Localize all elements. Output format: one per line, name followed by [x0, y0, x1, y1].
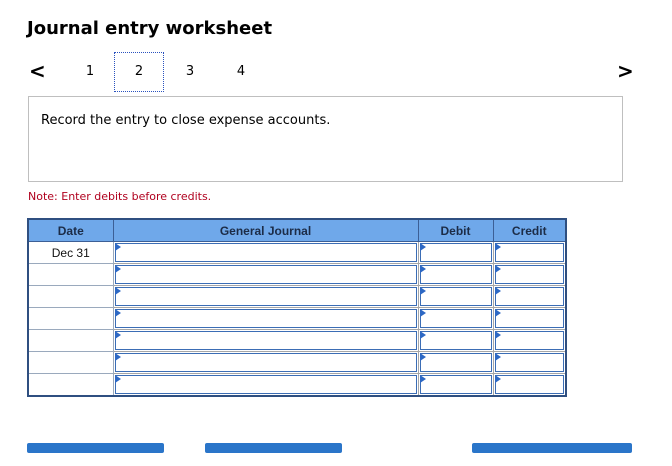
dropdown-triangle-icon — [419, 243, 426, 251]
page-1-link[interactable]: 1 — [80, 64, 100, 79]
dropdown-triangle-icon — [419, 353, 426, 361]
credit-input[interactable] — [494, 287, 564, 306]
debit-input[interactable] — [419, 309, 492, 328]
credit-cell — [492, 373, 567, 397]
dropdown-triangle-icon — [419, 265, 426, 273]
table-row — [27, 329, 567, 352]
table-row — [27, 263, 567, 286]
table-row — [27, 373, 567, 397]
dropdown-triangle-icon — [494, 287, 501, 295]
date-cell — [27, 329, 114, 352]
previous-arrow-icon[interactable]: < — [29, 60, 46, 82]
date-cell — [27, 285, 114, 308]
credit-input[interactable] — [494, 265, 564, 284]
account-cell — [112, 351, 419, 374]
page-2-link[interactable]: 2 — [114, 52, 164, 92]
instruction-box: Record the entry to close expense accoun… — [28, 96, 623, 182]
credit-input[interactable] — [494, 243, 564, 262]
table-row — [27, 351, 567, 374]
debit-input[interactable] — [419, 265, 492, 284]
page-title: Journal entry worksheet — [27, 18, 273, 39]
debit-cell — [417, 373, 494, 397]
debit-cell — [417, 351, 494, 374]
instruction-text: Record the entry to close expense accoun… — [41, 113, 331, 128]
dropdown-triangle-icon — [494, 375, 501, 383]
account-cell — [112, 307, 419, 330]
table-row — [27, 285, 567, 308]
credit-cell — [492, 307, 567, 330]
dropdown-triangle-icon — [494, 243, 501, 251]
table-row: Dec 31 — [27, 241, 567, 264]
dropdown-triangle-icon — [114, 309, 121, 317]
date-cell — [27, 373, 114, 397]
credit-input[interactable] — [494, 353, 564, 372]
dropdown-triangle-icon — [114, 331, 121, 339]
dropdown-triangle-icon — [494, 265, 501, 273]
dropdown-triangle-icon — [419, 287, 426, 295]
dropdown-triangle-icon — [494, 331, 501, 339]
account-cell — [112, 285, 419, 308]
account-cell — [112, 241, 419, 264]
credit-cell — [492, 329, 567, 352]
dropdown-triangle-icon — [419, 331, 426, 339]
account-cell — [112, 329, 419, 352]
date-cell: Dec 31 — [27, 241, 114, 264]
account-input[interactable] — [114, 265, 417, 284]
date-cell — [27, 307, 114, 330]
dropdown-triangle-icon — [494, 309, 501, 317]
action-button-2[interactable] — [205, 443, 342, 453]
debit-cell — [417, 263, 494, 286]
date-header: Date — [27, 218, 114, 242]
note-text: Note: Enter debits before credits. — [28, 190, 212, 203]
debit-input[interactable] — [419, 375, 492, 394]
next-arrow-icon[interactable]: > — [617, 60, 634, 82]
credit-cell — [492, 351, 567, 374]
debit-input[interactable] — [419, 287, 492, 306]
credit-input[interactable] — [494, 375, 564, 394]
dropdown-triangle-icon — [114, 353, 121, 361]
action-button-3[interactable] — [472, 443, 632, 453]
account-input[interactable] — [114, 309, 417, 328]
credit-input[interactable] — [494, 309, 564, 328]
dropdown-triangle-icon — [114, 243, 121, 251]
date-cell — [27, 263, 114, 286]
credit-cell — [492, 241, 567, 264]
dropdown-triangle-icon — [419, 309, 426, 317]
debit-cell — [417, 241, 494, 264]
account-cell — [112, 263, 419, 286]
page-4-link[interactable]: 4 — [231, 64, 251, 79]
debit-input[interactable] — [419, 331, 492, 350]
account-input[interactable] — [114, 331, 417, 350]
dropdown-triangle-icon — [114, 265, 121, 273]
debit-cell — [417, 329, 494, 352]
account-input[interactable] — [114, 243, 417, 262]
table-row — [27, 307, 567, 330]
action-button-1[interactable] — [27, 443, 164, 453]
general-journal-header: General Journal — [112, 218, 419, 242]
journal-table: Date General Journal Debit Credit Dec 31 — [27, 218, 567, 397]
debit-input[interactable] — [419, 243, 492, 262]
credit-cell — [492, 285, 567, 308]
account-input[interactable] — [114, 375, 417, 394]
page-3-link[interactable]: 3 — [180, 64, 200, 79]
debit-cell — [417, 307, 494, 330]
dropdown-triangle-icon — [114, 375, 121, 383]
account-cell — [112, 373, 419, 397]
date-cell — [27, 351, 114, 374]
dropdown-triangle-icon — [114, 287, 121, 295]
account-input[interactable] — [114, 287, 417, 306]
credit-header: Credit — [492, 218, 567, 242]
dropdown-triangle-icon — [419, 375, 426, 383]
debit-cell — [417, 285, 494, 308]
debit-input[interactable] — [419, 353, 492, 372]
debit-header: Debit — [417, 218, 494, 242]
account-input[interactable] — [114, 353, 417, 372]
credit-input[interactable] — [494, 331, 564, 350]
credit-cell — [492, 263, 567, 286]
dropdown-triangle-icon — [494, 353, 501, 361]
